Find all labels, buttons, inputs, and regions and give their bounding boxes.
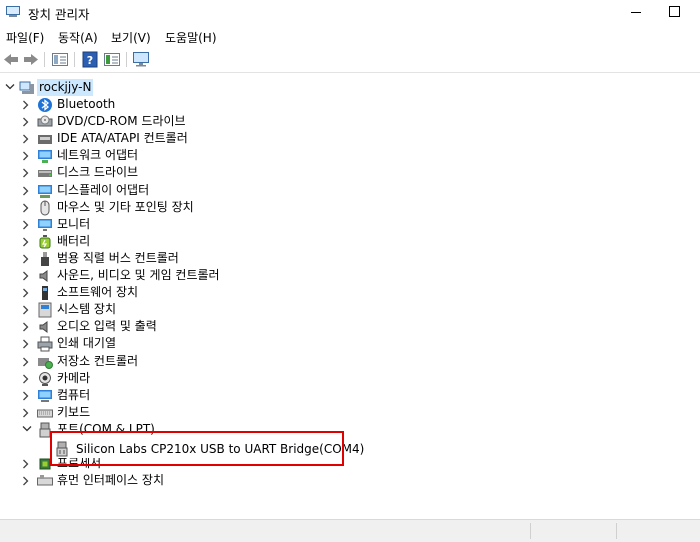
properties-icon[interactable] (51, 51, 69, 68)
status-divider (530, 523, 531, 539)
chevron-right-icon[interactable] (20, 147, 32, 164)
chevron-right-icon[interactable] (20, 472, 32, 489)
category-label: 휴먼 인터페이스 장치 (57, 473, 164, 487)
system-device-icon (37, 302, 53, 318)
port-icon (37, 422, 53, 438)
chevron-right-icon[interactable] (20, 387, 32, 404)
window-title: 장치 관리자 (28, 7, 90, 22)
category-label: 네트워크 어댑터 (57, 148, 139, 162)
category-label: 디스플레이 어댑터 (57, 183, 150, 197)
device-manager-app-icon (6, 6, 20, 18)
category-label: 소프트웨어 장치 (57, 285, 139, 299)
computer-icon (37, 388, 53, 404)
category-label: 포트(COM & LPT) (57, 422, 155, 436)
chevron-right-icon[interactable] (20, 455, 32, 472)
category-label: 인쇄 대기열 (57, 336, 117, 350)
monitor-icon (37, 217, 53, 233)
toolbar-separator (74, 52, 75, 67)
category-label: 디스크 드라이브 (57, 165, 139, 179)
menu-help[interactable]: 도움말(H) (165, 29, 217, 46)
menu-file[interactable]: 파일(F) (6, 29, 44, 46)
category-label: 모니터 (57, 217, 91, 231)
chevron-right-icon[interactable] (20, 130, 32, 147)
category-label: 마우스 및 기타 포인팅 장치 (57, 200, 194, 214)
toolbar-separator (44, 52, 45, 67)
com-port-label: Silicon Labs CP210x USB to UART Bridge(C… (76, 442, 365, 456)
back-icon[interactable] (2, 51, 20, 68)
category-label: Bluetooth (57, 97, 116, 111)
mouse-icon (37, 200, 53, 216)
chevron-down-icon[interactable] (20, 421, 32, 438)
audio-icon (37, 319, 53, 335)
chevron-right-icon[interactable] (20, 199, 32, 216)
software-device-icon (37, 285, 53, 301)
speaker-icon (37, 268, 53, 284)
chevron-down-icon[interactable] (3, 79, 15, 96)
chevron-right-icon[interactable] (20, 353, 32, 370)
minimize-button[interactable] (626, 3, 646, 21)
category-label: IDE ATA/ATAPI 컨트롤러 (57, 131, 188, 145)
network-adapter-icon (37, 148, 53, 164)
category-label: 저장소 컨트롤러 (57, 354, 139, 368)
toolbar-separator (126, 52, 127, 67)
ide-controller-icon (37, 131, 53, 147)
menu-bar: 파일(F) 동작(A) 보기(V) 도움말(H) (0, 26, 700, 47)
category-label: DVD/CD-ROM 드라이브 (57, 114, 186, 128)
category-label: 오디오 입력 및 출력 (57, 319, 157, 333)
chevron-right-icon[interactable] (20, 182, 32, 199)
printer-icon (37, 336, 53, 352)
category-label: 사운드, 비디오 및 게임 컨트롤러 (57, 268, 220, 282)
chevron-right-icon[interactable] (20, 267, 32, 284)
chevron-right-icon[interactable] (20, 250, 32, 267)
chevron-right-icon[interactable] (20, 113, 32, 130)
monitor-icon[interactable] (132, 51, 150, 68)
title-bar: 장치 관리자 (0, 0, 700, 26)
chevron-right-icon[interactable] (20, 233, 32, 250)
status-bar (0, 519, 700, 542)
chevron-right-icon[interactable] (20, 370, 32, 387)
chevron-right-icon[interactable] (20, 318, 32, 335)
category-label: 카메라 (57, 371, 91, 385)
hid-icon (37, 473, 53, 489)
maximize-button[interactable] (664, 3, 684, 21)
chevron-right-icon[interactable] (20, 301, 32, 318)
chevron-right-icon[interactable] (20, 164, 32, 181)
category-label: 시스템 장치 (57, 302, 117, 316)
forward-icon[interactable] (22, 51, 40, 68)
menu-action[interactable]: 동작(A) (58, 29, 98, 46)
menu-view[interactable]: 보기(V) (111, 29, 151, 46)
com-port-device[interactable]: Silicon Labs CP210x USB to UART Bridge(C… (52, 440, 364, 458)
dvd-drive-icon (37, 114, 53, 130)
port-device-icon (54, 441, 70, 457)
camera-icon (37, 371, 53, 387)
bluetooth-icon (37, 97, 53, 113)
help-icon[interactable]: ? (81, 51, 99, 68)
usb-controller-icon (37, 251, 53, 267)
storage-controller-icon (37, 354, 53, 370)
chevron-right-icon[interactable] (20, 216, 32, 233)
display-adapter-icon (37, 183, 53, 199)
toolbar: ? (0, 48, 700, 73)
svg-text:?: ? (87, 54, 93, 67)
keyboard-icon (37, 405, 53, 421)
disk-drive-icon (37, 165, 53, 181)
category-label: 키보드 (57, 405, 91, 419)
tree-root-label: rockjjy-N (37, 79, 94, 96)
chevron-right-icon[interactable] (20, 404, 32, 421)
category-label: 범용 직렬 버스 컨트롤러 (57, 251, 179, 265)
chevron-right-icon[interactable] (20, 96, 32, 113)
computer-icon (19, 80, 35, 96)
processor-icon (37, 456, 53, 472)
chevron-right-icon[interactable] (20, 284, 32, 301)
chevron-right-icon[interactable] (20, 335, 32, 352)
category-label: 컴퓨터 (57, 388, 91, 402)
view-icon[interactable] (103, 51, 121, 68)
status-divider (616, 523, 617, 539)
category-label: 배터리 (57, 234, 91, 248)
battery-icon (37, 234, 53, 250)
